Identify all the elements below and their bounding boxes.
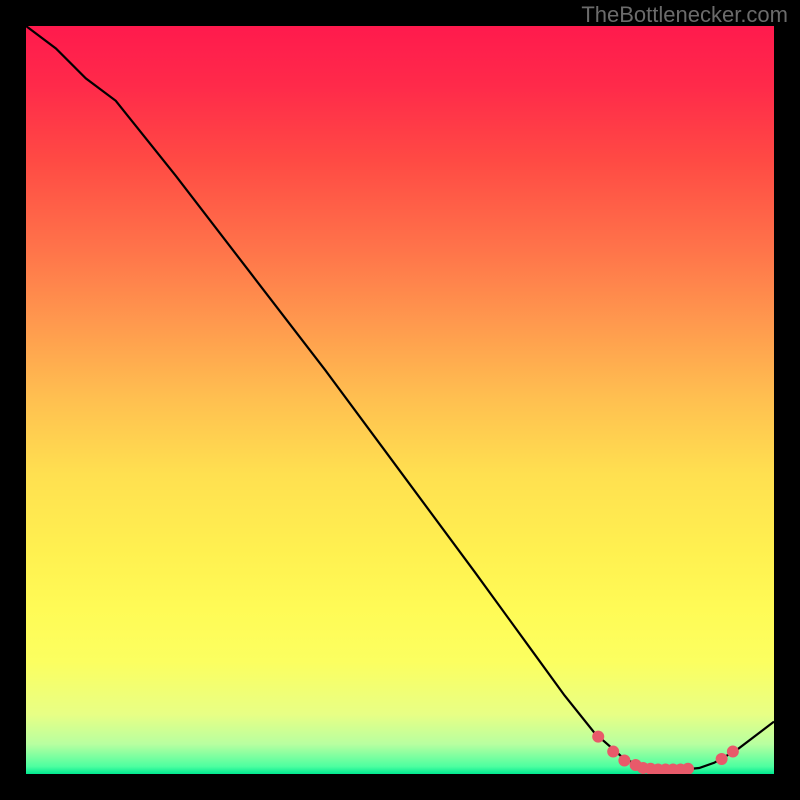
curve-markers (592, 731, 739, 774)
chart-svg (26, 26, 774, 774)
data-marker (682, 763, 694, 774)
data-marker (727, 746, 739, 758)
data-marker (716, 753, 728, 765)
data-marker (607, 746, 619, 758)
curve-line (26, 26, 774, 770)
data-marker (592, 731, 604, 743)
watermark-text: TheBottlenecker.com (581, 2, 788, 28)
chart-container: TheBottlenecker.com (0, 0, 800, 800)
data-marker (618, 755, 630, 767)
